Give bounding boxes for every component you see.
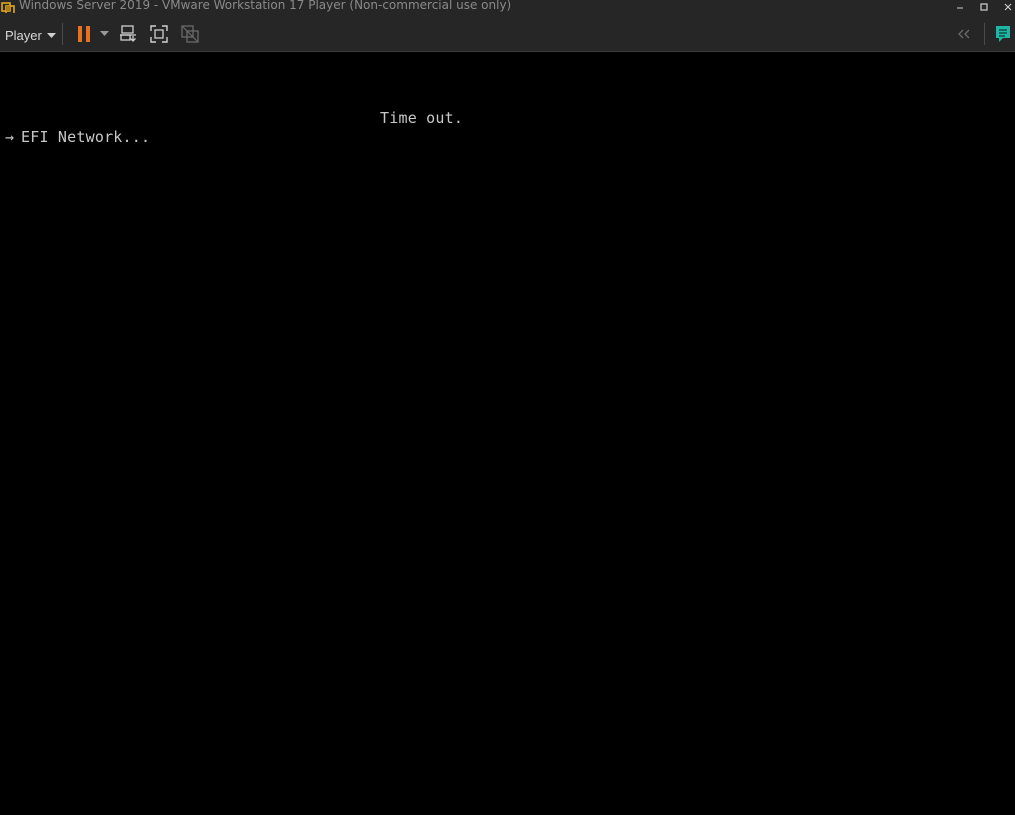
collapse-toolbar-button[interactable] — [953, 22, 975, 46]
boot-arrow-icon: → — [5, 128, 15, 146]
minimize-button[interactable] — [950, 0, 970, 13]
chevron-down-icon — [99, 31, 109, 36]
minimize-icon — [957, 7, 963, 8]
chevron-down-icon — [46, 33, 56, 38]
unity-icon — [181, 25, 199, 43]
player-menu-button[interactable]: Player — [0, 25, 60, 45]
unity-button[interactable] — [179, 22, 201, 46]
power-options-dropdown[interactable] — [97, 22, 111, 46]
toolbar-separator — [984, 23, 985, 45]
pause-button[interactable] — [74, 22, 94, 46]
fullscreen-icon — [150, 25, 168, 43]
ctrl-alt-del-icon — [120, 25, 136, 42]
maximize-icon — [980, 2, 988, 11]
vmware-player-window: Windows Server 2019 - VMware Workstation… — [0, 0, 1015, 815]
pause-icon — [78, 26, 90, 42]
message-log-icon — [996, 26, 1010, 42]
close-button[interactable] — [998, 0, 1015, 13]
toolbar-separator — [62, 23, 63, 45]
message-log-button[interactable] — [992, 22, 1014, 46]
fullscreen-button[interactable] — [148, 22, 170, 46]
toolbar: Player — [0, 13, 1015, 52]
close-icon — [1004, 3, 1012, 10]
maximize-button[interactable] — [974, 0, 994, 13]
vm-guest-screen[interactable]: Time out. → EFI Network... — [0, 52, 1015, 815]
send-ctrl-alt-del-button[interactable] — [118, 22, 140, 46]
title-bar[interactable]: Windows Server 2019 - VMware Workstation… — [0, 0, 1015, 15]
double-chevron-left-icon — [958, 29, 970, 39]
timeout-message: Time out. — [380, 109, 464, 127]
boot-entry-line: → EFI Network... — [5, 128, 150, 147]
vmware-player-icon — [1, 0, 16, 15]
player-menu-label: Player — [5, 27, 42, 43]
window-title: Windows Server 2019 - VMware Workstation… — [19, 0, 512, 12]
boot-entry-text: EFI Network... — [21, 128, 151, 146]
